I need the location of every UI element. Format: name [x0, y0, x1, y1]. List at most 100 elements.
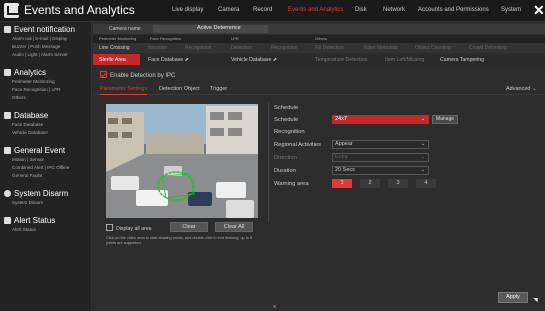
tab-intrusion[interactable]: Intrusion — [148, 45, 167, 51]
sidebar-item-general-faults[interactable]: General Faults — [12, 173, 42, 178]
tab-vehicle-database[interactable]: Vehicle Database ⬈ — [231, 57, 277, 63]
sidebar-item-system-disarm[interactable]: System Disarm — [12, 200, 43, 205]
topnav-camera[interactable]: Camera — [218, 7, 239, 13]
tab-fill-detection[interactable]: Fill Detection — [315, 45, 344, 51]
status-dot — [273, 305, 276, 308]
analytics-icon — [4, 69, 11, 76]
parameter-subtabs: Parameter Settings Detection Object Trig… — [93, 85, 545, 95]
sidebar-item-others[interactable]: Others — [12, 95, 26, 100]
tab-detection[interactable]: Detection — [231, 45, 252, 51]
subtab-detection-object[interactable]: Detection Object — [159, 86, 200, 92]
sidebar-group-system-disarm[interactable]: System Disarm — [4, 189, 68, 198]
recognition-section-title: Recognition — [274, 129, 305, 135]
subtab-trigger[interactable]: Trigger — [210, 86, 227, 92]
tab-recognition[interactable]: Recognition — [185, 45, 211, 51]
chevron-down-icon: ⌄ — [532, 86, 537, 92]
settings-panel: Schedule Schedule 24x7 ⌄ Manage Recogniti… — [268, 102, 545, 222]
topnav-disk[interactable]: Disk — [355, 7, 367, 13]
topnav-accounts[interactable]: Accounts and Permissions — [418, 7, 489, 13]
camera-name-label: Camera name — [109, 26, 141, 32]
feature-tabs-row1: Line Crossing Intrusion Recognition Dete… — [93, 43, 545, 53]
sidebar-group-alert-status[interactable]: Alert Status — [4, 216, 55, 225]
mouse-cursor-icon — [533, 295, 540, 303]
tab-face-database[interactable]: Face Database ⬈ — [148, 57, 189, 63]
sidebar-item-buzzer[interactable]: Buzzer | Push Message — [12, 44, 60, 49]
group-label-others: Others — [315, 36, 328, 41]
schedule-label: Schedule — [274, 117, 299, 123]
tab-recognition-2[interactable]: Recognition — [271, 45, 297, 51]
warning-area-2-button[interactable]: 2 — [360, 179, 380, 188]
app-title: Events and Analytics — [24, 3, 135, 17]
shield-icon — [4, 190, 11, 197]
display-all-area-checkbox[interactable]: Display all area — [106, 224, 151, 232]
topnav-live-display[interactable]: Live display — [172, 7, 203, 13]
tab-sterile-area[interactable]: Sterile Area — [99, 57, 126, 63]
schedule-section-title: Schedule — [274, 105, 299, 111]
topnav-system[interactable]: System — [501, 7, 521, 13]
advanced-toggle[interactable]: Advanced ⌄ — [506, 86, 537, 92]
group-label-face: Face Recognition — [150, 36, 182, 41]
sidebar-item-audio[interactable]: Audio | Light | Alarm Server — [12, 52, 68, 57]
sidebar-item-vehicle-database[interactable]: Vehicle Database — [12, 130, 48, 135]
sidebar-group-database[interactable]: Database — [4, 111, 48, 120]
app-logo-icon — [4, 3, 20, 18]
sidebar-group-general-event[interactable]: General Event — [4, 146, 65, 155]
chevron-down-icon: ⌄ — [420, 154, 425, 160]
chevron-down-icon: ⌄ — [420, 167, 425, 173]
checkbox-icon — [100, 71, 107, 78]
sidebar: Event notification Alarm out | E-mail | … — [0, 22, 92, 311]
duration-select[interactable]: 20 Secs ⌄ — [332, 166, 429, 175]
tab-item-left-missing[interactable]: Item Left/Missing — [385, 57, 424, 63]
topnav-record[interactable]: Record — [253, 7, 272, 13]
tab-object-counting[interactable]: Object Counting — [415, 45, 451, 51]
tab-crowd-delimiting[interactable]: Crowd Delimiting — [469, 45, 507, 51]
sidebar-item-alarm-out[interactable]: Alarm out | E-mail | Display — [12, 36, 67, 41]
sidebar-group-event-notification[interactable]: Event notification — [4, 25, 75, 34]
tab-line-crossing[interactable]: Line Crossing — [99, 45, 130, 51]
sidebar-item-face-lpr[interactable]: Face Recognition | LPR — [12, 87, 60, 92]
feature-tabs-row2: Sterile Area Face Database ⬈ Vehicle Dat… — [93, 54, 545, 65]
apply-button[interactable]: Apply — [498, 292, 528, 303]
close-icon[interactable]: ✕ — [533, 2, 545, 19]
sidebar-item-combined-alert[interactable]: Combined Alert | IPC Offline — [12, 165, 69, 170]
group-label-perimeter: Perimeter Monitoring — [99, 36, 137, 41]
clear-button[interactable]: Clear — [170, 222, 208, 232]
drawing-hint: Click on the video area to start drawing… — [106, 236, 253, 245]
feature-group-row: Perimeter Monitoring Face Recognition LP… — [93, 35, 545, 43]
warning-area-3-button[interactable]: 3 — [388, 179, 408, 188]
tab-temperature-detection[interactable]: Temperature Detection — [315, 57, 367, 63]
sidebar-item-motion[interactable]: Motion | Sensor — [12, 157, 44, 162]
sidebar-item-perimeter[interactable]: Perimeter Monitoring — [12, 79, 55, 84]
video-preview[interactable] — [106, 104, 258, 218]
clear-all-button[interactable]: Clear All — [215, 222, 253, 232]
manage-button[interactable]: Manage — [432, 115, 458, 124]
external-link-icon: ⬈ — [184, 57, 189, 63]
topnav-network[interactable]: Network — [383, 7, 405, 13]
warning-area-label: Warning area — [274, 181, 309, 187]
schedule-select[interactable]: 24x7 ⌄ — [332, 115, 429, 124]
direction-select[interactable]: Entry ⌄ — [332, 153, 429, 162]
sidebar-group-analytics[interactable]: Analytics — [4, 68, 46, 77]
subtab-parameter-settings[interactable]: Parameter Settings — [100, 86, 148, 95]
camera-name-select[interactable]: Active Deterrence — [153, 25, 268, 33]
direction-label: Direction — [274, 155, 297, 161]
alert-icon — [4, 217, 11, 224]
group-label-lpr: LPR — [231, 36, 239, 41]
warning-area-1-button[interactable]: 1 — [332, 179, 352, 188]
topnav-events-analytics[interactable]: Events and Analytics — [288, 7, 343, 13]
sidebar-item-alert-status[interactable]: Alert Status — [12, 227, 36, 232]
tab-video-metadata[interactable]: Video Metadata — [363, 45, 398, 51]
bell-icon — [4, 26, 11, 33]
camera-scene-image — [106, 104, 258, 218]
regional-activities-select[interactable]: Appear ⌄ — [332, 140, 429, 149]
main-content: Camera name Active Deterrence Perimeter … — [93, 22, 545, 311]
video-controls: Display all area Clear Clear All — [106, 222, 258, 234]
tab-camera-tampering[interactable]: Camera Tampering — [440, 57, 484, 63]
database-icon — [4, 112, 11, 119]
sidebar-item-face-database[interactable]: Face Database — [12, 122, 43, 127]
enable-detection-checkbox[interactable]: Enable Detection by IPC — [100, 71, 175, 79]
chevron-down-icon: ⌄ — [420, 116, 425, 122]
warning-area-4-button[interactable]: 4 — [416, 179, 436, 188]
top-bar: Events and Analytics Live display Camera… — [0, 0, 545, 22]
duration-label: Duration — [274, 168, 296, 174]
